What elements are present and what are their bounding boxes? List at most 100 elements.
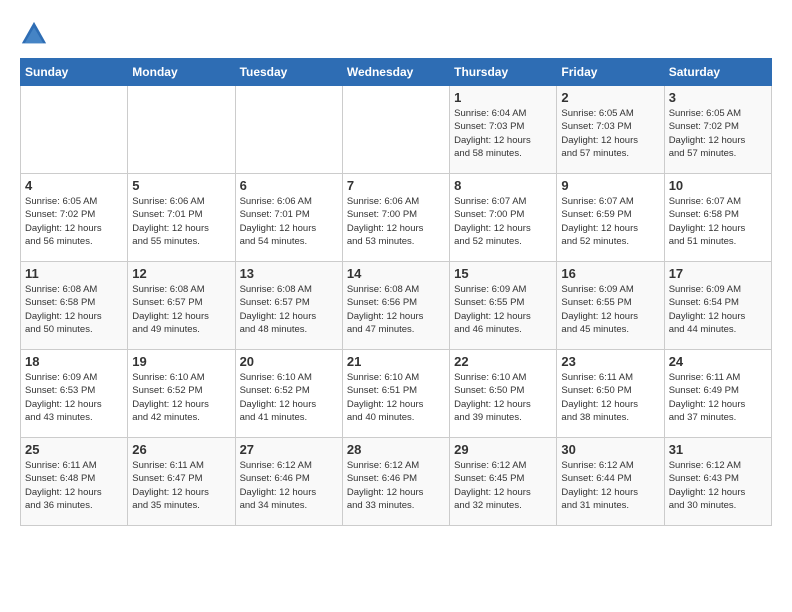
day-info: Sunrise: 6:04 AM Sunset: 7:03 PM Dayligh… [454, 107, 552, 160]
calendar-cell: 28 Sunrise: 6:12 AM Sunset: 6:46 PM Dayli… [342, 438, 449, 526]
calendar-cell: 5Sunrise: 6:06 AM Sunset: 7:01 PM Daylig… [128, 174, 235, 262]
calendar-cell: 19 Sunrise: 6:10 AM Sunset: 6:52 PM Dayli… [128, 350, 235, 438]
day-header-saturday: Saturday [664, 59, 771, 86]
calendar-week-row: 4Sunrise: 6:05 AM Sunset: 7:02 PM Daylig… [21, 174, 772, 262]
logo-icon [20, 20, 48, 48]
day-info: Sunrise: 6:08 AM Sunset: 6:56 PM Dayligh… [347, 283, 445, 336]
day-number: 30 [561, 442, 659, 457]
day-number: 20 [240, 354, 338, 369]
day-number: 5 [132, 178, 230, 193]
calendar-cell: 2 Sunrise: 6:05 AM Sunset: 7:03 PM Daylig… [557, 86, 664, 174]
day-info: Sunrise: 6:08 AM Sunset: 6:57 PM Dayligh… [132, 283, 230, 336]
calendar-cell: 1 Sunrise: 6:04 AM Sunset: 7:03 PM Daylig… [450, 86, 557, 174]
calendar-week-row: 18 Sunrise: 6:09 AM Sunset: 6:53 PM Dayli… [21, 350, 772, 438]
calendar-cell: 14 Sunrise: 6:08 AM Sunset: 6:56 PM Dayli… [342, 262, 449, 350]
day-number: 19 [132, 354, 230, 369]
day-number: 3 [669, 90, 767, 105]
calendar-cell: 23 Sunrise: 6:11 AM Sunset: 6:50 PM Dayli… [557, 350, 664, 438]
logo [20, 20, 52, 48]
calendar-cell: 13Sunrise: 6:08 AM Sunset: 6:57 PM Dayli… [235, 262, 342, 350]
calendar-cell: 11 Sunrise: 6:08 AM Sunset: 6:58 PM Dayli… [21, 262, 128, 350]
day-info: Sunrise: 6:10 AM Sunset: 6:51 PM Dayligh… [347, 371, 445, 424]
day-number: 6 [240, 178, 338, 193]
day-info: Sunrise: 6:09 AM Sunset: 6:55 PM Dayligh… [561, 283, 659, 336]
day-number: 1 [454, 90, 552, 105]
day-info: Sunrise: 6:10 AM Sunset: 6:52 PM Dayligh… [132, 371, 230, 424]
calendar-week-row: 11 Sunrise: 6:08 AM Sunset: 6:58 PM Dayli… [21, 262, 772, 350]
day-header-wednesday: Wednesday [342, 59, 449, 86]
day-info: Sunrise: 6:09 AM Sunset: 6:55 PM Dayligh… [454, 283, 552, 336]
calendar-cell: 3 Sunrise: 6:05 AM Sunset: 7:02 PM Daylig… [664, 86, 771, 174]
calendar-cell: 17Sunrise: 6:09 AM Sunset: 6:54 PM Dayli… [664, 262, 771, 350]
day-number: 16 [561, 266, 659, 281]
calendar-cell: 24 Sunrise: 6:11 AM Sunset: 6:49 PM Dayli… [664, 350, 771, 438]
calendar-week-row: 1 Sunrise: 6:04 AM Sunset: 7:03 PM Daylig… [21, 86, 772, 174]
calendar-cell: 12Sunrise: 6:08 AM Sunset: 6:57 PM Dayli… [128, 262, 235, 350]
days-header-row: SundayMondayTuesdayWednesdayThursdayFrid… [21, 59, 772, 86]
calendar-cell: 4Sunrise: 6:05 AM Sunset: 7:02 PM Daylig… [21, 174, 128, 262]
day-info: Sunrise: 6:11 AM Sunset: 6:49 PM Dayligh… [669, 371, 767, 424]
day-number: 7 [347, 178, 445, 193]
day-info: Sunrise: 6:08 AM Sunset: 6:57 PM Dayligh… [240, 283, 338, 336]
day-number: 9 [561, 178, 659, 193]
day-number: 18 [25, 354, 123, 369]
calendar-cell: 26 Sunrise: 6:11 AM Sunset: 6:47 PM Dayli… [128, 438, 235, 526]
day-number: 28 [347, 442, 445, 457]
calendar-cell: 7Sunrise: 6:06 AM Sunset: 7:00 PM Daylig… [342, 174, 449, 262]
day-number: 14 [347, 266, 445, 281]
day-info: Sunrise: 6:05 AM Sunset: 7:02 PM Dayligh… [669, 107, 767, 160]
day-info: Sunrise: 6:06 AM Sunset: 7:01 PM Dayligh… [240, 195, 338, 248]
day-info: Sunrise: 6:12 AM Sunset: 6:46 PM Dayligh… [347, 459, 445, 512]
calendar-cell: 18 Sunrise: 6:09 AM Sunset: 6:53 PM Dayli… [21, 350, 128, 438]
day-info: Sunrise: 6:05 AM Sunset: 7:03 PM Dayligh… [561, 107, 659, 160]
day-number: 31 [669, 442, 767, 457]
day-info: Sunrise: 6:07 AM Sunset: 7:00 PM Dayligh… [454, 195, 552, 248]
day-number: 24 [669, 354, 767, 369]
day-number: 8 [454, 178, 552, 193]
calendar-cell: 30Sunrise: 6:12 AM Sunset: 6:44 PM Dayli… [557, 438, 664, 526]
day-number: 21 [347, 354, 445, 369]
day-info: Sunrise: 6:07 AM Sunset: 6:58 PM Dayligh… [669, 195, 767, 248]
day-number: 17 [669, 266, 767, 281]
day-info: Sunrise: 6:10 AM Sunset: 6:52 PM Dayligh… [240, 371, 338, 424]
day-header-friday: Friday [557, 59, 664, 86]
day-info: Sunrise: 6:12 AM Sunset: 6:45 PM Dayligh… [454, 459, 552, 512]
day-header-sunday: Sunday [21, 59, 128, 86]
day-info: Sunrise: 6:12 AM Sunset: 6:46 PM Dayligh… [240, 459, 338, 512]
calendar-table: SundayMondayTuesdayWednesdayThursdayFrid… [20, 58, 772, 526]
day-number: 22 [454, 354, 552, 369]
calendar-cell [342, 86, 449, 174]
page-header [20, 20, 772, 48]
day-info: Sunrise: 6:11 AM Sunset: 6:47 PM Dayligh… [132, 459, 230, 512]
calendar-cell: 16 Sunrise: 6:09 AM Sunset: 6:55 PM Dayli… [557, 262, 664, 350]
day-info: Sunrise: 6:09 AM Sunset: 6:53 PM Dayligh… [25, 371, 123, 424]
calendar-cell: 31Sunrise: 6:12 AM Sunset: 6:43 PM Dayli… [664, 438, 771, 526]
calendar-cell: 9 Sunrise: 6:07 AM Sunset: 6:59 PM Daylig… [557, 174, 664, 262]
day-number: 26 [132, 442, 230, 457]
day-info: Sunrise: 6:10 AM Sunset: 6:50 PM Dayligh… [454, 371, 552, 424]
day-number: 23 [561, 354, 659, 369]
day-header-thursday: Thursday [450, 59, 557, 86]
day-number: 15 [454, 266, 552, 281]
day-info: Sunrise: 6:11 AM Sunset: 6:50 PM Dayligh… [561, 371, 659, 424]
calendar-cell: 27Sunrise: 6:12 AM Sunset: 6:46 PM Dayli… [235, 438, 342, 526]
calendar-week-row: 25Sunrise: 6:11 AM Sunset: 6:48 PM Dayli… [21, 438, 772, 526]
calendar-cell: 21 Sunrise: 6:10 AM Sunset: 6:51 PM Dayli… [342, 350, 449, 438]
calendar-cell [235, 86, 342, 174]
day-info: Sunrise: 6:05 AM Sunset: 7:02 PM Dayligh… [25, 195, 123, 248]
calendar-cell: 20 Sunrise: 6:10 AM Sunset: 6:52 PM Dayli… [235, 350, 342, 438]
day-header-monday: Monday [128, 59, 235, 86]
day-number: 11 [25, 266, 123, 281]
calendar-cell [21, 86, 128, 174]
day-info: Sunrise: 6:08 AM Sunset: 6:58 PM Dayligh… [25, 283, 123, 336]
calendar-cell: 10Sunrise: 6:07 AM Sunset: 6:58 PM Dayli… [664, 174, 771, 262]
day-number: 2 [561, 90, 659, 105]
day-number: 29 [454, 442, 552, 457]
day-info: Sunrise: 6:07 AM Sunset: 6:59 PM Dayligh… [561, 195, 659, 248]
day-header-tuesday: Tuesday [235, 59, 342, 86]
day-info: Sunrise: 6:11 AM Sunset: 6:48 PM Dayligh… [25, 459, 123, 512]
calendar-cell: 25Sunrise: 6:11 AM Sunset: 6:48 PM Dayli… [21, 438, 128, 526]
calendar-cell: 8 Sunrise: 6:07 AM Sunset: 7:00 PM Daylig… [450, 174, 557, 262]
calendar-cell: 29 Sunrise: 6:12 AM Sunset: 6:45 PM Dayli… [450, 438, 557, 526]
calendar-cell: 6 Sunrise: 6:06 AM Sunset: 7:01 PM Daylig… [235, 174, 342, 262]
